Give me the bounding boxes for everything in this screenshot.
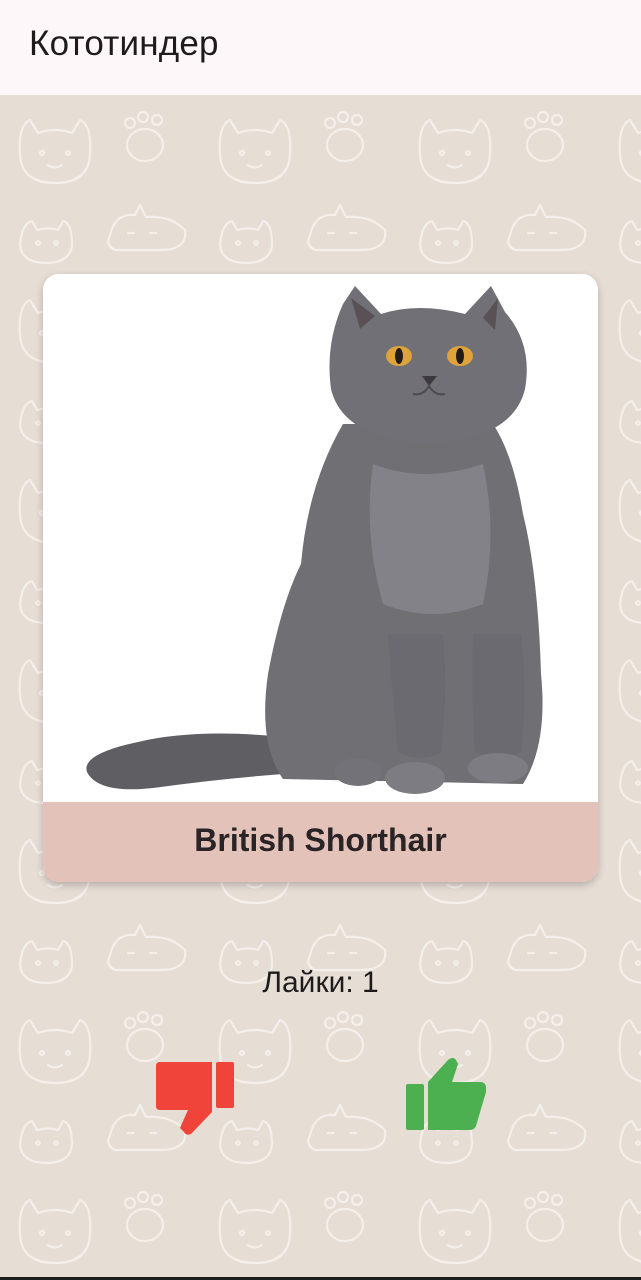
like-button[interactable]: [396, 1046, 496, 1146]
dislike-button[interactable]: [146, 1048, 246, 1148]
cat-card[interactable]: British Shorthair: [43, 274, 598, 882]
likes-counter: Лайки: 1: [262, 966, 379, 999]
thumb-up-icon: [406, 1058, 486, 1130]
breed-name: British Shorthair: [194, 822, 447, 858]
breed-band: British Shorthair: [43, 802, 598, 882]
app-bar: Кототиндер: [0, 0, 641, 95]
thumb-down-icon: [156, 1062, 234, 1135]
cat-photo: [43, 274, 598, 802]
app-title: Кототиндер: [29, 24, 219, 63]
